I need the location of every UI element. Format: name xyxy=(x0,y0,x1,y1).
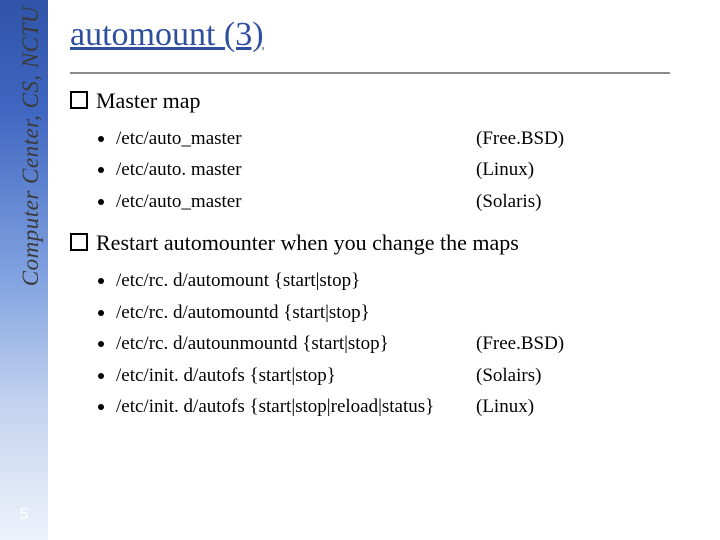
list-item: /etc/auto. master(Linux) xyxy=(98,155,700,184)
bullet-icon xyxy=(98,167,104,173)
bullet-icon xyxy=(98,373,104,379)
bullet-icon xyxy=(98,278,104,284)
page-number: 5 xyxy=(0,506,48,524)
item-os: (Solaris) xyxy=(476,187,541,216)
bullet-icon xyxy=(98,136,104,142)
item-os: (Free.BSD) xyxy=(476,329,564,358)
bullet-icon xyxy=(98,404,104,410)
item-os: (Linux) xyxy=(476,392,534,421)
list-item: /etc/auto_master(Solaris) xyxy=(98,187,700,216)
slide-title: automount (3) xyxy=(70,16,700,54)
bullet-icon xyxy=(98,199,104,205)
item-text: /etc/rc. d/automountd {start|stop} xyxy=(116,298,476,327)
bullet-icon xyxy=(98,310,104,316)
item-text: /etc/rc. d/automount {start|stop} xyxy=(116,266,476,295)
item-text: /etc/init. d/autofs {start|stop|reload|s… xyxy=(116,392,476,421)
item-list: /etc/auto_master(Free.BSD) /etc/auto. ma… xyxy=(98,124,700,216)
section-heading: Restart automounter when you change the … xyxy=(70,230,700,256)
item-os: (Linux) xyxy=(476,155,534,184)
item-text: /etc/auto_master xyxy=(116,124,476,153)
item-text: /etc/rc. d/autounmountd {start|stop} xyxy=(116,329,476,358)
item-os: (Solairs) xyxy=(476,361,541,390)
section-heading-text: Restart automounter when you change the … xyxy=(96,230,519,255)
list-item: /etc/rc. d/automount {start|stop} xyxy=(98,266,700,295)
bullet-icon xyxy=(98,341,104,347)
item-text: /etc/auto. master xyxy=(116,155,476,184)
item-text: /etc/auto_master xyxy=(116,187,476,216)
checkbox-bullet-icon xyxy=(70,233,88,251)
title-rule xyxy=(70,72,670,74)
list-item: /etc/rc. d/autounmountd {start|stop}(Fre… xyxy=(98,329,700,358)
content: automount (3) Master map /etc/auto_maste… xyxy=(70,10,700,424)
list-item: /etc/auto_master(Free.BSD) xyxy=(98,124,700,153)
section-heading: Master map xyxy=(70,88,700,114)
institute-label: Computer Center, CS, NCTU xyxy=(18,6,44,286)
list-item: /etc/rc. d/automountd {start|stop} xyxy=(98,298,700,327)
item-list: /etc/rc. d/automount {start|stop} /etc/r… xyxy=(98,266,700,421)
slide: 5 Computer Center, CS, NCTU automount (3… xyxy=(0,0,720,540)
item-os: (Free.BSD) xyxy=(476,124,564,153)
item-text: /etc/init. d/autofs {start|stop} xyxy=(116,361,476,390)
section-heading-text: Master map xyxy=(96,88,200,113)
list-item: /etc/init. d/autofs {start|stop|reload|s… xyxy=(98,392,700,421)
list-item: /etc/init. d/autofs {start|stop}(Solairs… xyxy=(98,361,700,390)
checkbox-bullet-icon xyxy=(70,91,88,109)
